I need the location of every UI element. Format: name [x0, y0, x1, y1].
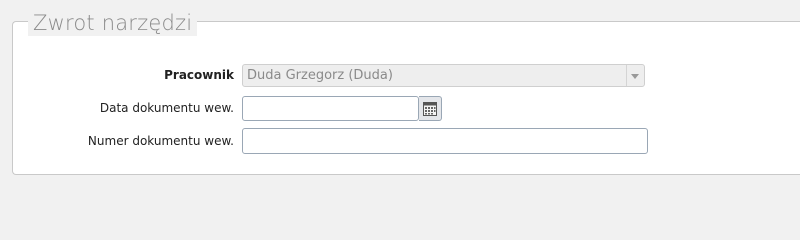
doc-date-input[interactable] — [242, 96, 419, 121]
employee-label: Pracownik — [164, 68, 234, 82]
employee-select[interactable]: Duda Grzegorz (Duda) — [242, 64, 645, 87]
doc-number-input[interactable] — [242, 128, 648, 154]
fieldset-legend: Zwrot narzędzi — [28, 10, 198, 36]
chevron-down-icon[interactable] — [626, 65, 644, 86]
doc-number-label: Numer dokumentu wew. — [87, 134, 234, 148]
calendar-button[interactable] — [419, 96, 442, 121]
calendar-icon — [423, 102, 437, 116]
doc-date-label: Data dokumentu wew. — [99, 101, 234, 115]
employee-select-value: Duda Grzegorz (Duda) — [247, 68, 393, 83]
